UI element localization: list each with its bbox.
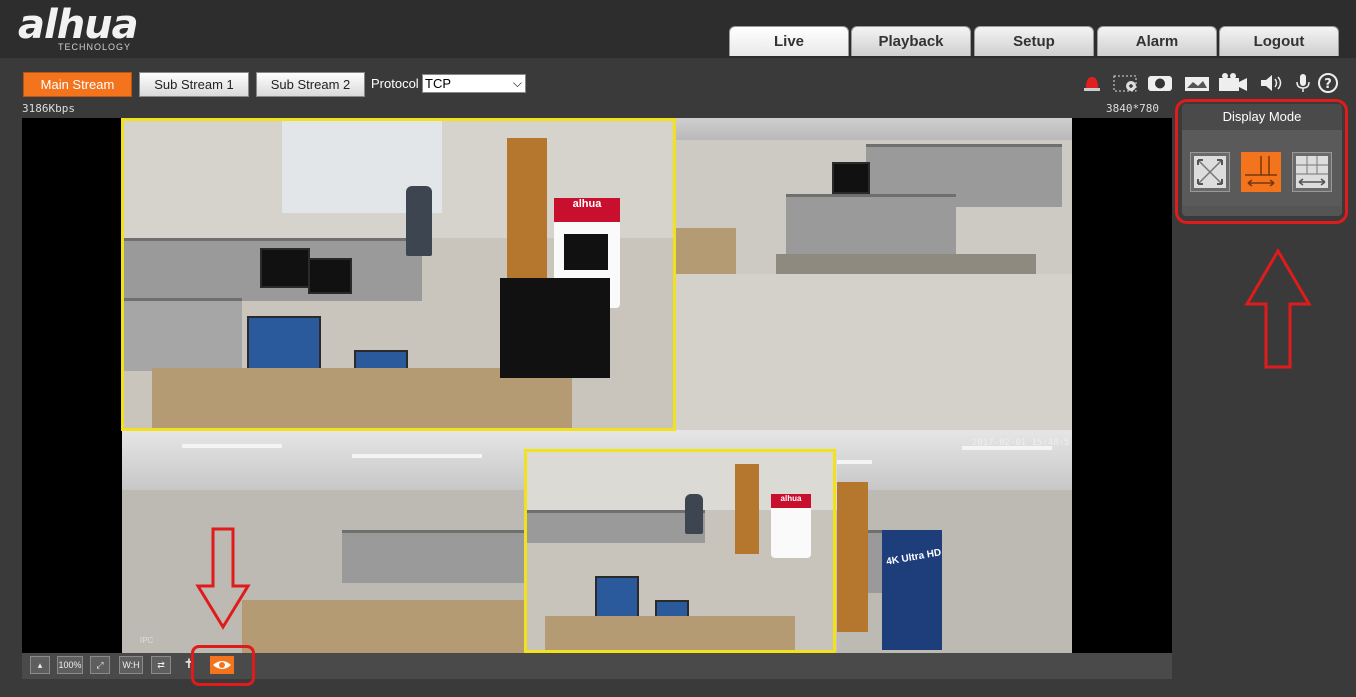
selection-frame-top-left <box>121 118 676 431</box>
ceiling <box>676 118 1072 140</box>
sub-stream-1-button[interactable]: Sub Stream 1 <box>139 72 249 97</box>
cubicle-partition <box>342 530 542 583</box>
tab-playback[interactable]: Playback <box>851 26 971 56</box>
door <box>834 482 868 632</box>
wall <box>676 274 1072 430</box>
tab-setup[interactable]: Setup <box>974 26 1094 56</box>
ceiling-light <box>182 444 282 448</box>
video-pane-top-right[interactable] <box>676 118 1072 430</box>
up-arrow-annotation <box>1244 248 1312 369</box>
protocol-label: Protocol <box>371 76 419 91</box>
desk <box>776 254 1036 274</box>
osd-camera-label: IPC <box>140 636 154 645</box>
zoom-region-icon[interactable] <box>1112 72 1137 94</box>
zoom-100-button[interactable]: 100% <box>57 656 83 674</box>
bitrate-readout: 3186Kbps <box>22 102 75 115</box>
microphone-icon[interactable] <box>1292 72 1314 94</box>
audio-icon[interactable] <box>1258 72 1286 94</box>
help-icon[interactable]: ? <box>1317 72 1339 94</box>
logo-subtitle: TECHNOLOGY <box>58 42 132 52</box>
osd-timestamp: 2017-02-01 15:48:5 <box>972 438 1070 448</box>
ceiling-light <box>352 454 482 458</box>
fullscreen-icon[interactable]: ⤢ <box>90 656 110 674</box>
tab-alarm[interactable]: Alarm <box>1097 26 1217 56</box>
down-arrow-annotation <box>195 527 251 630</box>
ptz-icon[interactable]: ▴ <box>30 656 50 674</box>
selection-frame-inset <box>524 449 836 653</box>
triple-snapshot-icon[interactable] <box>1183 72 1211 94</box>
eye-button-highlight-annotation <box>191 645 255 686</box>
desk <box>242 600 562 653</box>
banner-text: 4K Ultra HD <box>885 547 943 568</box>
snapshot-icon[interactable] <box>1146 72 1174 94</box>
main-stream-button[interactable]: Main Stream <box>23 72 132 97</box>
monitor <box>832 162 870 194</box>
display-mode-highlight-annotation <box>1175 99 1348 224</box>
svg-text:?: ? <box>1324 77 1332 92</box>
record-icon[interactable] <box>1217 72 1249 94</box>
aspect-ratio-button[interactable]: W:H <box>119 656 143 674</box>
tab-logout[interactable]: Logout <box>1219 26 1339 56</box>
4k-banner: 4K Ultra HD <box>882 530 942 650</box>
desk <box>676 228 736 274</box>
resolution-readout: 3840*780 <box>1106 102 1159 115</box>
chevron-down-icon: ⌵ <box>512 76 522 90</box>
alarm-siren-icon[interactable] <box>1081 72 1103 94</box>
fit-icon[interactable]: ⇄ <box>151 656 171 674</box>
sub-stream-2-button[interactable]: Sub Stream 2 <box>256 72 365 97</box>
protocol-value: TCP <box>425 76 451 91</box>
tab-live[interactable]: Live <box>729 26 849 56</box>
dahua-logo: alhua TECHNOLOGY <box>18 2 178 54</box>
protocol-select[interactable]: TCP ⌵ <box>422 74 526 93</box>
